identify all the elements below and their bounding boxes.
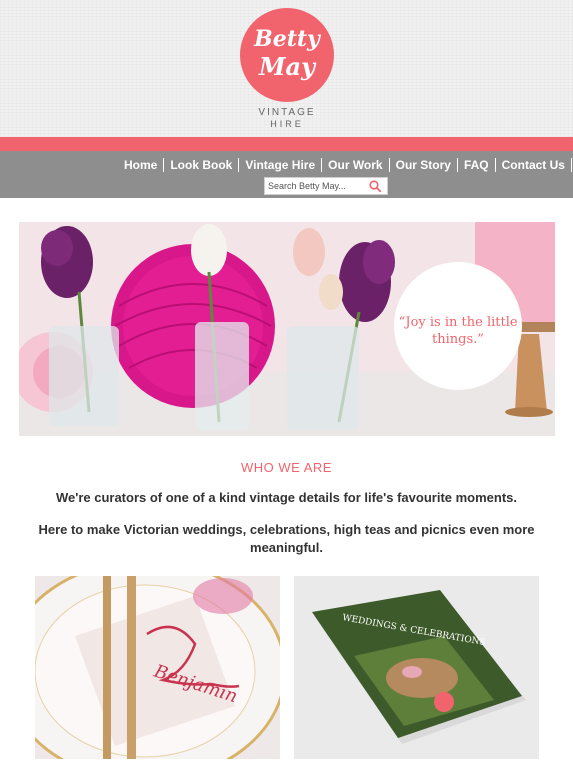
nav-item-look-book[interactable]: Look Book (164, 158, 240, 172)
intro-paragraph-1: We're curators of one of a kind vintage … (55, 490, 518, 505)
search-box (264, 177, 388, 195)
brochure-photo: WEDDINGS & CELEBRATIONS (294, 576, 539, 759)
search-input[interactable] (267, 179, 365, 192)
intro-paragraph-2: Here to make Victorian weddings, celebra… (38, 522, 535, 555)
nav-item-our-work[interactable]: Our Work (322, 158, 390, 172)
accent-bar (0, 137, 573, 151)
nav-item-vintage-hire[interactable]: Vintage Hire (239, 158, 323, 172)
logo-text-line2: May (258, 52, 316, 81)
nav-item-contact-us[interactable]: Contact Us (496, 158, 572, 172)
place-setting-photo: Benjamin (35, 576, 280, 759)
section-title: WHO WE ARE (241, 460, 332, 475)
logo[interactable]: Betty May (240, 8, 334, 102)
nav-item-home[interactable]: Home (118, 158, 165, 172)
logo-text-line1: Betty (254, 26, 320, 52)
search-icon[interactable] (368, 179, 382, 193)
thumbnail-place-setting[interactable]: Benjamin (35, 576, 280, 759)
nav-item-our-story[interactable]: Our Story (390, 158, 458, 172)
navigation-bar: Home Look Book Vintage Hire Our Work Our… (0, 151, 573, 198)
logo-tagline-hire: HIRE (270, 119, 304, 129)
main-nav: Home Look Book Vintage Hire Our Work Our… (118, 157, 572, 173)
thumbnail-brochure[interactable]: WEDDINGS & CELEBRATIONS (294, 576, 539, 759)
nav-item-faq[interactable]: FAQ (458, 158, 496, 172)
logo-tagline: VINTAGE (258, 107, 316, 118)
hero-quote: “Joy is in the little things.” (398, 315, 518, 347)
